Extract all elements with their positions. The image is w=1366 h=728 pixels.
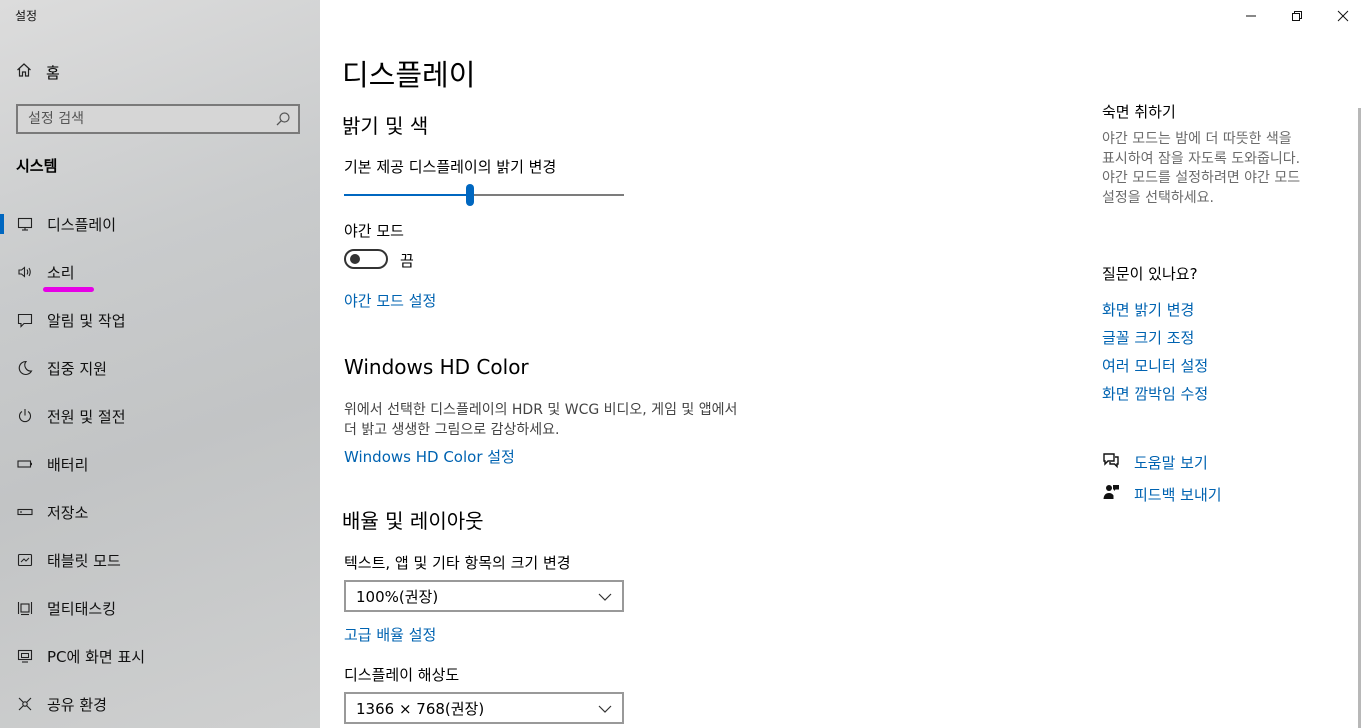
sidebar-item-notifications[interactable]: 알림 및 작업: [0, 296, 320, 344]
question-title: 질문이 있나요?: [1102, 265, 1198, 283]
search-box[interactable]: [16, 104, 300, 134]
sidebar-item-storage[interactable]: 저장소: [0, 488, 320, 536]
brightness-heading: 밝기 및 색: [342, 114, 429, 138]
sidebar-item-label: 저장소: [47, 503, 89, 522]
sidebar-item-label: 공유 환경: [47, 695, 107, 714]
related-panel: 숙면 취하기 야간 모드는 밤에 더 따뜻한 색을 표시하여 잠을 자도록 도와…: [1102, 0, 1352, 728]
sidebar-item-label: 배터리: [47, 455, 89, 474]
slider-thumb[interactable]: [466, 184, 474, 206]
app-title: 설정: [15, 9, 38, 23]
hd-color-description-line1: 위에서 선택한 디스플레이의 HDR 및 WCG 비디오, 게임 및 앱에서: [344, 402, 738, 418]
resolution-dropdown-value: 1366 × 768(권장): [356, 699, 485, 718]
toggle-knob: [350, 254, 360, 264]
sidebar-item-home[interactable]: 홈: [16, 61, 60, 83]
sidebar-item-label: 멀티태스킹: [47, 599, 117, 618]
sleep-description-line: 설정을 선택하세요.: [1102, 189, 1214, 206]
search-icon[interactable]: [274, 110, 292, 128]
hd-color-heading: Windows HD Color: [344, 355, 529, 379]
chevron-down-icon: [598, 699, 612, 718]
night-light-settings-link[interactable]: 야간 모드 설정: [344, 290, 436, 311]
brightness-slider[interactable]: [344, 184, 624, 206]
scale-label: 텍스트, 앱 및 기타 항목의 크기 변경: [344, 554, 571, 572]
night-light-state: 끔: [400, 252, 414, 270]
scrollbar[interactable]: [1358, 108, 1361, 728]
hd-color-settings-link[interactable]: Windows HD Color 설정: [344, 446, 515, 467]
sidebar-item-power[interactable]: 전원 및 절전: [0, 392, 320, 440]
sidebar-section-title: 시스템: [16, 157, 58, 175]
chevron-down-icon: [598, 587, 612, 606]
link-fix-screen-flicker[interactable]: 화면 깜박임 수정: [1102, 383, 1208, 404]
night-light-toggle[interactable]: [344, 249, 388, 269]
sidebar-item-tablet-mode[interactable]: 태블릿 모드: [0, 536, 320, 584]
tablet-icon: [16, 551, 34, 569]
monitor-icon: [16, 215, 34, 233]
home-label: 홈: [46, 63, 60, 82]
sleep-description: 야간 모드는 밤에 더 따뜻한 색을 표시하여 잠을 자도록 도와줍니다. 야간…: [1102, 130, 1342, 208]
multitasking-icon: [16, 599, 34, 617]
sidebar-item-label: 집중 지원: [47, 359, 107, 378]
sleep-description-line: 표시하여 잠을 자도록 도와줍니다.: [1102, 150, 1301, 167]
sleep-title: 숙면 취하기: [1102, 103, 1176, 121]
power-icon: [16, 407, 34, 425]
link-multiple-monitors[interactable]: 여러 모니터 설정: [1102, 355, 1208, 376]
sidebar-item-multitasking[interactable]: 멀티태스킹: [0, 584, 320, 632]
sidebar-item-label: 소리: [47, 263, 75, 282]
page-title: 디스플레이: [342, 58, 476, 92]
sidebar-item-label: PC에 화면 표시: [47, 647, 146, 666]
help-row[interactable]: 도움말 보기: [1102, 451, 1208, 473]
sidebar-item-project[interactable]: PC에 화면 표시: [0, 632, 320, 680]
sidebar-item-label: 알림 및 작업: [47, 311, 126, 330]
night-light-label: 야간 모드: [344, 222, 404, 240]
feedback-row[interactable]: 피드백 보내기: [1102, 483, 1222, 505]
help-link[interactable]: 도움말 보기: [1134, 452, 1208, 473]
advanced-scaling-link[interactable]: 고급 배율 설정: [344, 624, 436, 645]
sidebar-item-label: 태블릿 모드: [47, 551, 121, 570]
sidebar-item-label: 디스플레이: [47, 215, 117, 234]
hd-color-description-line2: 더 밝고 생생한 그림으로 감상하세요.: [344, 422, 560, 438]
notification-icon: [16, 311, 34, 329]
moon-icon: [16, 359, 34, 377]
brightness-slider-label: 기본 제공 디스플레이의 밝기 변경: [344, 158, 557, 176]
battery-icon: [16, 455, 34, 473]
feedback-icon: [1102, 483, 1120, 505]
sidebar-item-battery[interactable]: 배터리: [0, 440, 320, 488]
sleep-description-line: 야간 모드는 밤에 더 따뜻한 색을: [1102, 131, 1292, 147]
sidebar-item-shared-experiences[interactable]: 공유 환경: [0, 680, 320, 728]
search-input[interactable]: [18, 107, 274, 131]
speaker-icon: [16, 263, 34, 281]
scale-layout-heading: 배율 및 레이아웃: [342, 509, 484, 533]
resolution-dropdown[interactable]: 1366 × 768(권장): [344, 692, 624, 724]
scale-dropdown-value: 100%(권장): [356, 587, 439, 606]
help-chat-icon: [1102, 451, 1120, 473]
sleep-description-line: 야간 모드를 설정하려면 야간 모드: [1102, 170, 1301, 186]
feedback-link[interactable]: 피드백 보내기: [1134, 484, 1222, 505]
storage-icon: [16, 503, 34, 521]
sidebar-item-focus-assist[interactable]: 집중 지원: [0, 344, 320, 392]
project-icon: [16, 647, 34, 665]
sidebar-nav: 디스플레이 소리 알림 및 작업 집중 지원 전원 및 절전 배터리 저장소 태…: [0, 200, 320, 728]
scale-dropdown[interactable]: 100%(권장): [344, 580, 624, 612]
annotation-underline: [43, 287, 94, 292]
link-adjust-font-size[interactable]: 글꼴 크기 조정: [1102, 327, 1194, 348]
link-change-brightness[interactable]: 화면 밝기 변경: [1102, 299, 1194, 320]
resolution-label: 디스플레이 해상도: [344, 666, 460, 684]
home-icon: [16, 62, 32, 82]
sidebar-item-display[interactable]: 디스플레이: [0, 200, 320, 248]
sidebar: 설정 홈 시스템 디스플레이 소리 알림 및 작업 집중 지원: [0, 0, 320, 728]
shared-icon: [16, 695, 34, 713]
sidebar-item-label: 전원 및 절전: [47, 407, 126, 426]
slider-fill: [344, 194, 470, 196]
main-content: 디스플레이 밝기 및 색 기본 제공 디스플레이의 밝기 변경 야간 모드 끔 …: [320, 0, 1080, 728]
